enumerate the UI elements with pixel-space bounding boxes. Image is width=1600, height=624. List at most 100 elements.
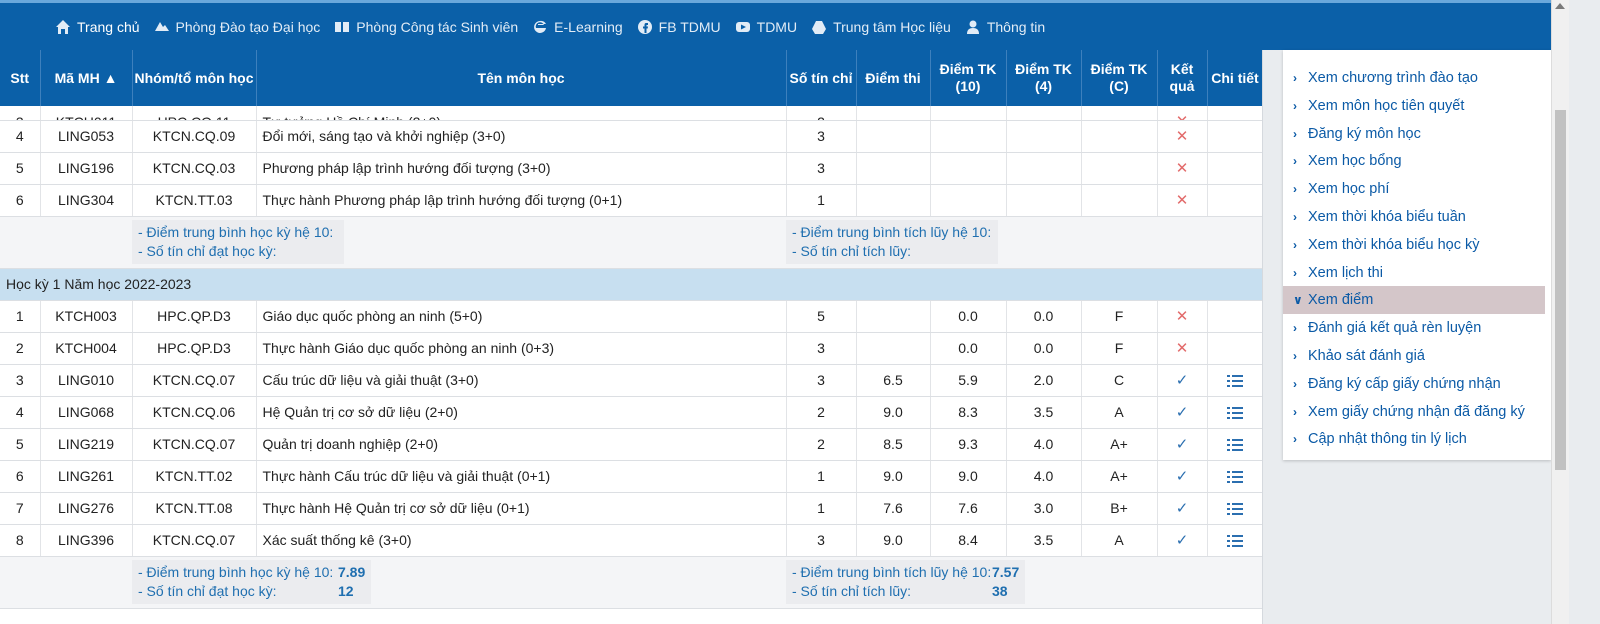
side-menu-item[interactable]: › Cập nhật thông tin lý lịch: [1283, 425, 1551, 453]
table-row[interactable]: 4 LING053 KTCN.CQ.09 Đổi mới, sáng tạo và k…: [0, 120, 1262, 153]
scroll-up-arrow-icon[interactable]: [1555, 3, 1565, 9]
side-menu-item[interactable]: › Xem thời khóa biểu học kỳ: [1283, 231, 1551, 259]
col-exam[interactable]: Điểm thi: [856, 50, 931, 106]
summary-box: - Điểm trung bình học kỳ hệ 10: - Số tín …: [132, 220, 344, 264]
side-menu-item[interactable]: › Đăng ký môn học: [1283, 120, 1551, 148]
cell-code-text: KTCH004: [55, 340, 117, 356]
nav-item-e-learning[interactable]: E-Learning: [532, 19, 623, 35]
nav-item-drive[interactable]: Trung tâm Học liệu: [811, 19, 951, 35]
col-detail[interactable]: Chi tiết: [1207, 50, 1262, 106]
side-menu-item-label: Xem học phí: [1308, 181, 1390, 198]
summary-block: - Điểm trung bình tích lũy hệ 10: - Số tí…: [786, 216, 1262, 269]
cell-tkc: [1081, 152, 1158, 185]
table-row[interactable]: 5 LING196 KTCN.CQ.03 Phương pháp lập trình …: [0, 152, 1262, 185]
cell-group: KTCN.CQ.07: [132, 524, 257, 557]
summary-value: 7.89: [338, 564, 366, 580]
cell-code: LING068: [40, 396, 133, 429]
side-menu-item[interactable]: › Xem thời khóa biểu tuần: [1283, 203, 1551, 231]
side-menu-item[interactable]: › Đánh giá kết quả rèn luyện: [1283, 314, 1551, 342]
cell-tk4: 4.0: [1006, 460, 1082, 493]
cell-tk10: 8.3: [930, 396, 1007, 429]
side-menu-item[interactable]: › Xem học bổng: [1283, 147, 1551, 175]
cell-name: Thực hành Hệ Quản trị cơ sở dữ liệu (0+1…: [256, 492, 787, 525]
top-navbar: Trang chủ Phòng Đào tạo Đại học Phòng Công…: [0, 0, 1583, 50]
detail-list-icon[interactable]: [1227, 406, 1243, 420]
table-row[interactable]: 4 LING068 KTCN.CQ.06 Hệ Quản trị cơ sở dữ l…: [0, 396, 1262, 429]
nav-item-youtube[interactable]: TDMU: [735, 19, 797, 35]
nav-item-user[interactable]: Thông tin: [965, 19, 1045, 35]
cell-name-text: Đổi mới, sáng tạo và khởi nghiệp (3+0): [262, 128, 506, 144]
table-row[interactable]: 2 KTCH004 HPC.QP.D3 Thực hành Giáo dục quốc…: [0, 332, 1262, 365]
cell-tkc-text: A: [1114, 404, 1124, 420]
cell-exam: 7.6: [856, 492, 931, 525]
table-row[interactable]: 1 KTCH003 HPC.QP.D3 Giáo dục quốc phòng an …: [0, 300, 1262, 333]
summary-label: - Điểm trung bình tích lũy hệ 10:: [792, 564, 992, 580]
cell-tk4: 3.0: [1006, 492, 1082, 525]
cell-tk10-text: 8.3: [958, 404, 978, 420]
col-credits[interactable]: Số tín chỉ: [786, 50, 857, 106]
cell-group-text: KTCN.TT.03: [155, 192, 233, 208]
detail-list-icon[interactable]: [1227, 438, 1243, 452]
chevron-right-icon: ›: [1293, 321, 1297, 336]
nav-item-book[interactable]: Phòng Công tác Sinh viên: [334, 19, 518, 35]
scroll-thumb[interactable]: [1555, 110, 1566, 470]
detail-list-icon[interactable]: [1227, 534, 1243, 548]
facebook-icon: [637, 19, 659, 35]
table-row[interactable]: 7 LING276 KTCN.TT.08 Thực hành Hệ Quản trị …: [0, 492, 1262, 525]
cell-credits: 1: [786, 492, 857, 525]
side-menu-item[interactable]: › Xem lịch thi: [1283, 259, 1551, 287]
table-row[interactable]: 3KTCH011HPC.CQ.11Tư tưởng Hồ Chí Minh (2…: [0, 106, 1262, 121]
table-row[interactable]: 6 LING304 KTCN.TT.03 Thực hành Phương pháp …: [0, 184, 1262, 217]
table-row[interactable]: 8 LING396 KTCN.CQ.07 Xác suất thống kê (3+0…: [0, 524, 1262, 557]
drive-icon: [811, 19, 833, 35]
col-tk4[interactable]: Điểm TK (4): [1006, 50, 1082, 106]
page-scrollbar[interactable]: [1551, 0, 1569, 624]
cell-stt-text: 6: [15, 468, 24, 484]
cell-credits: 2: [786, 396, 857, 429]
side-menu-item[interactable]: › Xem học phí: [1283, 175, 1551, 203]
cell-credits-text: 3: [817, 372, 825, 388]
col-code[interactable]: Mã MH ▲: [40, 50, 133, 106]
detail-list-icon[interactable]: [1227, 374, 1243, 388]
col-result[interactable]: Kết quả: [1157, 50, 1208, 106]
detail-list-icon[interactable]: [1227, 502, 1243, 516]
side-menu-item[interactable]: › Xem môn học tiên quyết: [1283, 92, 1551, 120]
cell-result: ✕: [1157, 300, 1208, 333]
nav-item-facebook[interactable]: FB TDMU: [637, 19, 721, 35]
side-menu-item[interactable]: › Xem chương trình đào tạo: [1283, 64, 1551, 92]
cell-credits: 1: [786, 460, 857, 493]
cell-result: ✓: [1157, 524, 1208, 557]
cell-exam-text: 8.5: [883, 436, 903, 452]
nav-item-home[interactable]: Trang chủ: [55, 19, 140, 35]
side-menu-item[interactable]: › Xem giấy chứng nhận đã đăng ký: [1283, 398, 1551, 426]
cell-stt: 5: [0, 428, 41, 461]
col-tkc[interactable]: Điểm TK (C): [1081, 50, 1158, 106]
cell-tk10: 5.9: [930, 364, 1007, 397]
cell-exam: 9.0: [856, 396, 931, 429]
col-stt[interactable]: Stt: [0, 50, 41, 106]
col-tk10[interactable]: Điểm TK (10): [930, 50, 1007, 106]
cell-tkc: F: [1081, 332, 1158, 365]
summary-block: - Điểm trung bình học kỳ hệ 10: 7.89- Số …: [132, 556, 786, 609]
side-menu-item[interactable]: › Đăng ký cấp giấy chứng nhận: [1283, 370, 1551, 398]
semester-summary: - Điểm trung bình học kỳ hệ 10: 7.89- Số …: [0, 556, 1262, 609]
cell-group: KTCN.CQ.07: [132, 428, 257, 461]
cell-name: Giáo dục quốc phòng an ninh (5+0): [256, 300, 787, 333]
detail-list-icon[interactable]: [1227, 470, 1243, 484]
nav-item-label: Phòng Công tác Sinh viên: [356, 18, 519, 35]
table-row[interactable]: 5 LING219 KTCN.CQ.07 Quản trị doanh nghiệp …: [0, 428, 1262, 461]
side-menu-item[interactable]: ∨ Xem điểm: [1283, 286, 1545, 315]
summary-line: - Số tín chỉ đạt học kỳ: 12: [138, 582, 365, 601]
side-menu: › Xem chương trình đào tạo › Xem môn học ti…: [1283, 50, 1551, 460]
nav-item-graduation[interactable]: Phòng Đào tạo Đại học: [154, 19, 320, 35]
cell-group: HPC.QP.D3: [132, 332, 257, 365]
cell-result: ✕: [1157, 184, 1208, 217]
window-edge: [1569, 0, 1600, 624]
side-menu-item-label: Xem học bổng: [1308, 153, 1402, 170]
table-row[interactable]: 6 LING261 KTCN.TT.02 Thực hành Cấu trúc dữ …: [0, 460, 1262, 493]
cell-group: KTCN.TT.08: [132, 492, 257, 525]
table-row[interactable]: 3 LING010 KTCN.CQ.07 Cấu trúc dữ liệu và gi…: [0, 364, 1262, 397]
col-group[interactable]: Nhóm/tổ môn học: [132, 50, 257, 106]
col-name[interactable]: Tên môn học: [256, 50, 787, 106]
side-menu-item[interactable]: › Khảo sát đánh giá: [1283, 342, 1551, 370]
